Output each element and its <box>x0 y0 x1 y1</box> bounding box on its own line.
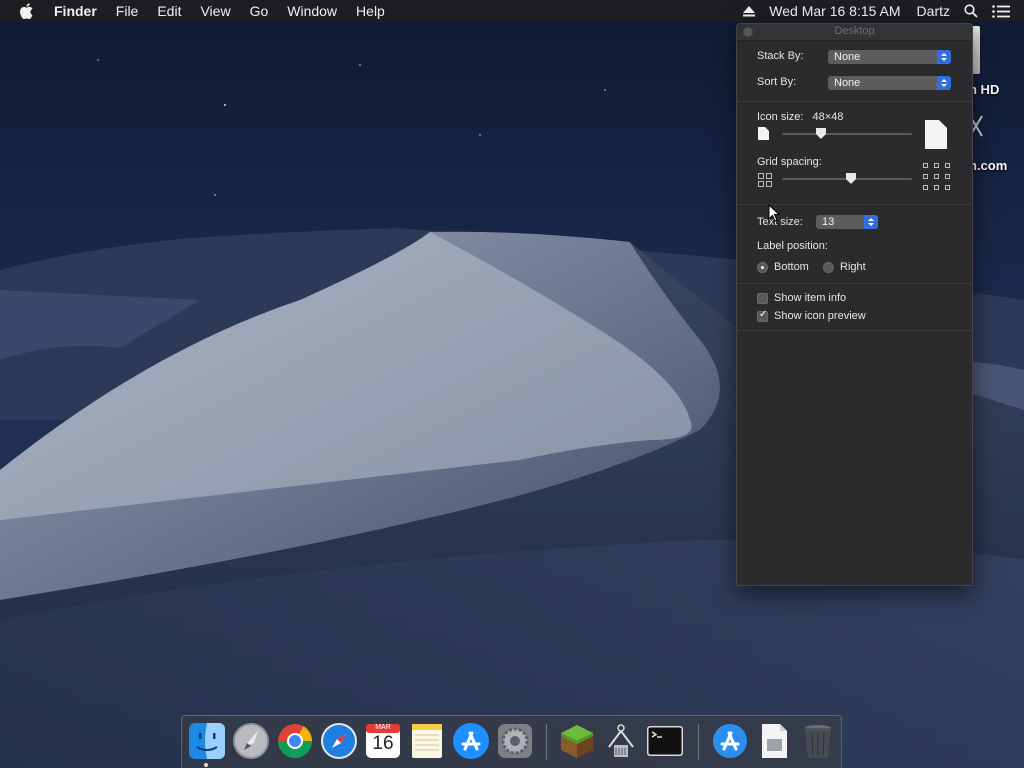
show-item-info-text[interactable]: Show item info <box>774 292 846 304</box>
show-item-info-checkbox[interactable] <box>757 292 768 304</box>
dock-minecraft-icon[interactable] <box>557 721 597 761</box>
calendar-day-text: 16 <box>372 733 394 754</box>
sort-by-label: Sort By: <box>757 76 797 88</box>
dock-app-store-icon[interactable] <box>451 721 491 761</box>
tight-grid-icon <box>758 173 772 187</box>
icon-size-slider-track[interactable] <box>782 133 912 135</box>
icon-size-row: Icon size: 48×48 <box>757 111 843 123</box>
sort-by-value: None <box>834 77 861 89</box>
dock: MAR 16 <box>181 715 842 768</box>
popup-arrows-icon <box>937 50 951 64</box>
show-item-info-row[interactable]: Show item info <box>757 292 846 304</box>
menubar-clock[interactable]: Wed Mar 16 8:15 AM <box>769 3 900 19</box>
label-bottom-text[interactable]: Bottom <box>774 261 809 273</box>
spotlight-search-icon[interactable] <box>964 4 978 18</box>
text-size-value: 13 <box>822 216 835 228</box>
popup-arrows-icon <box>937 76 951 90</box>
dock-notes-icon[interactable] <box>407 721 447 761</box>
large-document-icon <box>925 120 947 149</box>
arrange-section: Stack By: None Sort By: None <box>737 41 972 102</box>
eject-icon[interactable] <box>742 5 755 17</box>
calendar-month-text: MAR <box>375 724 391 731</box>
notification-center-icon[interactable] <box>992 4 1010 18</box>
dock-safari-icon[interactable] <box>319 721 359 761</box>
stack-by-popup[interactable]: None <box>828 50 951 64</box>
icon-size-slider-thumb[interactable] <box>816 128 826 139</box>
dock-network-utility-icon[interactable] <box>601 721 641 761</box>
dock-launchpad-icon[interactable] <box>231 721 271 761</box>
dock-trash-icon[interactable] <box>798 721 838 761</box>
dock-documents-stack-icon[interactable] <box>754 721 794 761</box>
label-right-text[interactable]: Right <box>840 261 866 273</box>
finder-running-indicator <box>204 763 208 767</box>
desktop-file-label[interactable]: n.com <box>969 158 1007 173</box>
desktop-disk-label[interactable]: h HD <box>969 82 999 97</box>
show-icon-preview-text[interactable]: Show icon preview <box>774 310 866 322</box>
small-document-icon <box>758 127 769 140</box>
dock-system-preferences-icon[interactable] <box>495 721 535 761</box>
dock-calendar-icon[interactable]: MAR 16 <box>363 721 403 761</box>
icon-size-label: Icon size: <box>757 111 804 123</box>
grid-spacing-label: Grid spacing: <box>757 156 822 168</box>
menu-window[interactable]: Window <box>287 0 337 22</box>
stack-by-label: Stack By: <box>757 50 804 62</box>
label-right-radio[interactable] <box>823 261 834 273</box>
dock-separator <box>546 724 547 760</box>
show-icon-preview-row[interactable]: Show icon preview <box>757 309 866 322</box>
show-icon-preview-checkbox[interactable] <box>757 309 768 322</box>
panel-title: Desktop <box>834 25 875 37</box>
menu-bar: Finder File Edit View Go Window Help Wed… <box>0 0 1024 22</box>
menu-help[interactable]: Help <box>356 0 385 22</box>
label-right-radio-row[interactable]: Right <box>823 261 866 273</box>
options-section: Show item info Show icon preview <box>737 284 972 331</box>
popup-arrows-icon <box>864 215 878 229</box>
label-position-label: Label position: <box>757 240 828 252</box>
dock-terminal-icon[interactable] <box>645 721 685 761</box>
dock-chrome-icon[interactable] <box>275 721 315 761</box>
menu-edit[interactable]: Edit <box>157 0 181 22</box>
menu-view[interactable]: View <box>200 0 230 22</box>
icon-section: Icon size: 48×48 Grid spacing: <box>737 102 972 205</box>
text-size-popup[interactable]: 13 <box>816 215 878 229</box>
menu-app-finder[interactable]: Finder <box>54 0 97 22</box>
label-bottom-radio-row[interactable]: Bottom <box>757 261 809 273</box>
dock-separator <box>698 724 699 760</box>
view-options-panel: Desktop Stack By: None Sort By: None Ico… <box>736 23 973 586</box>
mouse-cursor-icon <box>768 204 780 222</box>
sort-by-popup[interactable]: None <box>828 76 951 90</box>
dock-downloads-stack-icon[interactable] <box>710 721 750 761</box>
grid-spacing-slider-thumb[interactable] <box>845 173 856 184</box>
dock-finder-icon[interactable] <box>187 721 227 761</box>
label-bottom-radio[interactable] <box>757 261 768 273</box>
panel-titlebar[interactable]: Desktop <box>737 24 972 41</box>
stack-by-value: None <box>834 51 861 63</box>
apple-icon[interactable] <box>20 0 38 22</box>
icon-size-value: 48×48 <box>812 111 844 123</box>
wide-grid-icon <box>923 163 950 190</box>
menu-file[interactable]: File <box>116 0 139 22</box>
menubar-user[interactable]: Dartz <box>917 3 950 19</box>
menu-go[interactable]: Go <box>250 0 269 22</box>
